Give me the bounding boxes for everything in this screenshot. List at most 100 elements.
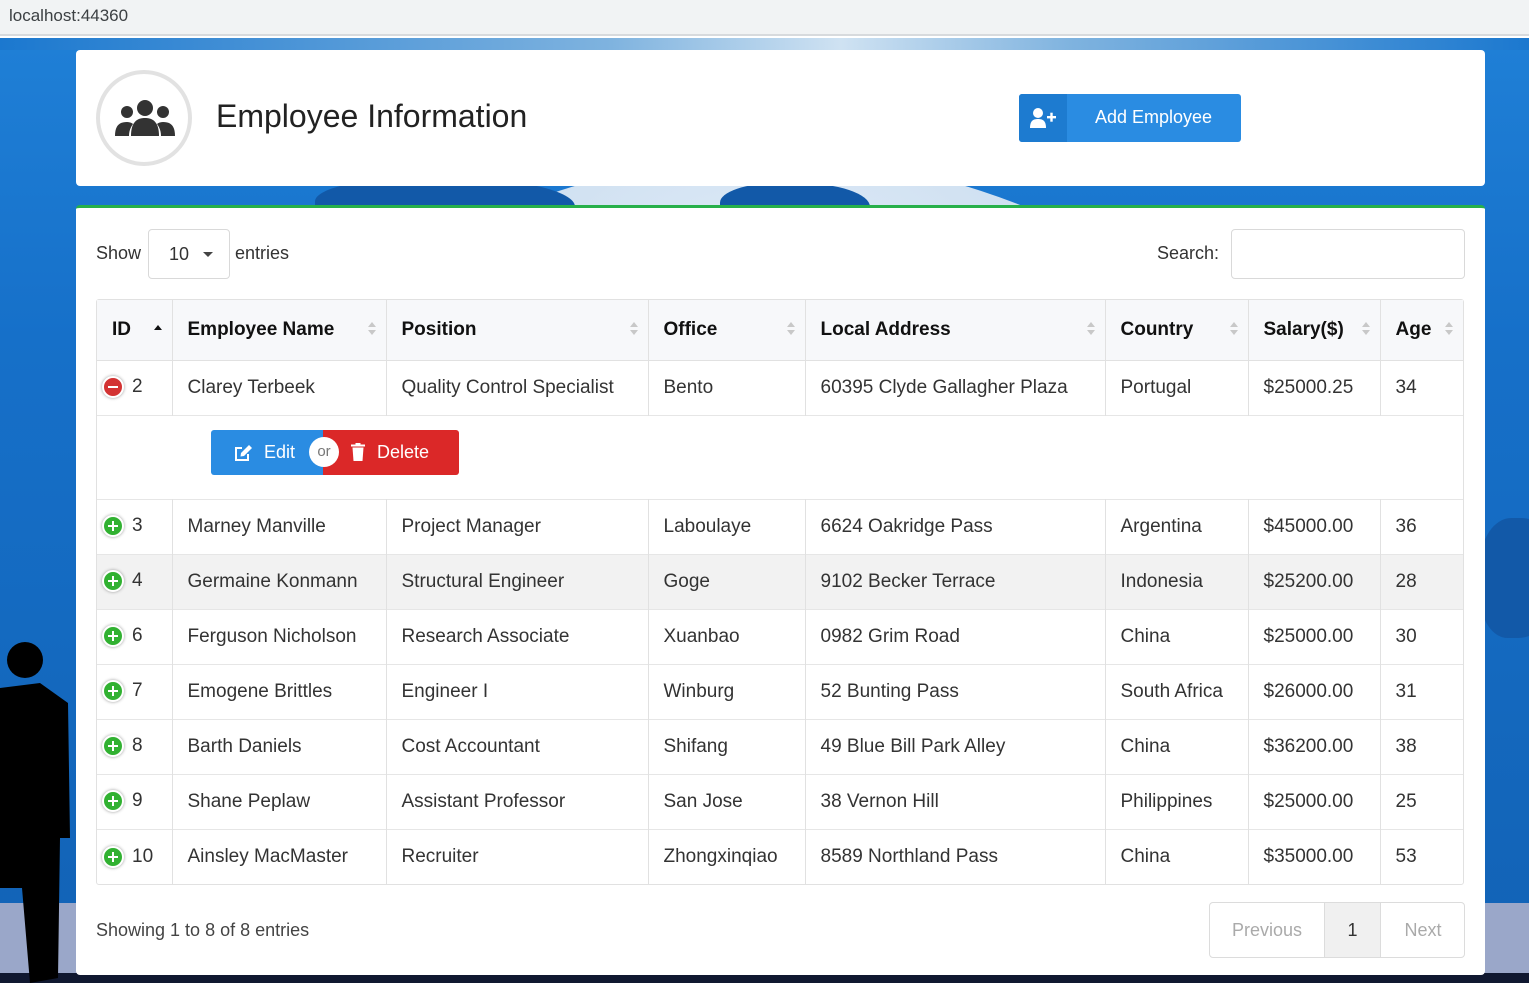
delete-label: Delete [377, 441, 430, 462]
entries-label: entries [235, 243, 290, 263]
row-detail: Edit or Delete [97, 414, 1463, 499]
column-header-label: Employee Name [187, 318, 335, 340]
column-header-label: Salary($) [1263, 318, 1344, 340]
cell-age: 34 [1380, 359, 1463, 415]
table-info: Showing 1 to 8 of 8 entries [96, 920, 310, 940]
cell-country: South Africa [1105, 663, 1249, 719]
table-row[interactable]: 10 Ainsley MacMaster Recruiter Zhongxinq… [97, 828, 1463, 884]
page-button-current[interactable]: 1 [1324, 903, 1381, 957]
users-group-icon [115, 100, 175, 136]
delete-button[interactable]: Delete [323, 429, 459, 475]
cell-id: 4 [97, 553, 173, 609]
cell-salary: $25000.00 [1248, 608, 1381, 664]
cell-name: Germaine Konmann [172, 553, 387, 609]
cell-id: 6 [97, 608, 173, 664]
expand-row-icon[interactable] [102, 625, 124, 648]
table-row[interactable]: 6 Ferguson Nicholson Research Associate … [97, 608, 1463, 664]
column-header-position[interactable]: Position [386, 300, 649, 361]
sort-icon [629, 322, 638, 338]
user-plus-icon [1030, 108, 1056, 128]
browser-address-bar[interactable]: localhost:44360 [0, 0, 1529, 36]
expand-row-icon[interactable] [102, 570, 124, 593]
table-row[interactable]: 9 Shane Peplaw Assistant Professor San J… [97, 773, 1463, 829]
row-detail-cell: Edit or Delete [97, 414, 1463, 499]
search-label: Search: [1157, 243, 1220, 263]
expand-row-icon[interactable] [102, 680, 124, 703]
cell-country: China [1105, 718, 1249, 774]
sort-icon [1445, 322, 1453, 338]
collapse-row-icon[interactable] [102, 376, 124, 399]
entries-value: 10 [169, 244, 190, 264]
or-divider: or [309, 436, 339, 467]
add-employee-label: Add Employee [1095, 107, 1213, 127]
table-row[interactable]: 8 Barth Daniels Cost Accountant Shifang … [97, 718, 1463, 774]
pagination: Previous 1 Next [1209, 902, 1465, 958]
cell-id-value: 6 [132, 625, 143, 647]
cell-address: 6624 Oakridge Pass [805, 498, 1106, 554]
expand-row-icon[interactable] [102, 845, 124, 868]
column-header-country[interactable]: Country [1105, 300, 1249, 361]
cell-id: 8 [97, 718, 173, 774]
previous-page-button[interactable]: Previous [1210, 903, 1324, 957]
browser-address-text: localhost:44360 [9, 6, 129, 25]
cell-office: Shifang [648, 718, 806, 774]
cell-salary: $36200.00 [1248, 718, 1381, 774]
cell-salary: $26000.00 [1248, 663, 1381, 719]
cell-id-value: 3 [132, 515, 143, 537]
cell-salary: $25200.00 [1248, 553, 1381, 609]
employee-table: ID Employee Name Position Office Local A… [96, 299, 1464, 885]
add-button-icon-area [1019, 94, 1067, 142]
chevron-down-icon [203, 252, 213, 257]
entries-select[interactable]: 10 [148, 229, 230, 279]
cell-position: Cost Accountant [386, 718, 649, 774]
cell-position: Engineer I [386, 663, 649, 719]
sort-ascending-icon [153, 322, 162, 338]
column-header-salary[interactable]: Salary($) [1248, 300, 1381, 361]
sort-icon [1361, 322, 1370, 338]
column-header-label: Age [1395, 318, 1432, 340]
column-header-local-address[interactable]: Local Address [805, 300, 1106, 361]
expand-row-icon[interactable] [102, 735, 124, 758]
cell-position: Recruiter [386, 828, 649, 884]
table-row[interactable]: 7 Emogene Brittles Engineer I Winburg 52… [97, 663, 1463, 719]
search-input[interactable] [1231, 229, 1465, 279]
cell-id-value: 4 [132, 570, 143, 592]
table-header-row: ID Employee Name Position Office Local A… [97, 300, 1463, 361]
cell-office: Zhongxinqiao [648, 828, 806, 884]
cell-id-value: 9 [132, 790, 143, 812]
cell-age: 30 [1380, 608, 1463, 664]
table-row[interactable]: 3 Marney Manville Project Manager Laboul… [97, 498, 1463, 554]
cell-id-value: 8 [132, 735, 143, 757]
cell-name: Shane Peplaw [172, 773, 387, 829]
cell-position: Project Manager [386, 498, 649, 554]
cell-office: Xuanbao [648, 608, 806, 664]
cell-office: Winburg [648, 663, 806, 719]
column-header-age[interactable]: Age [1380, 300, 1463, 361]
sort-icon [1086, 322, 1095, 338]
expand-row-icon[interactable] [102, 515, 124, 538]
cell-country: China [1105, 608, 1249, 664]
table-row[interactable]: 2 Clarey Terbeek Quality Control Special… [97, 359, 1463, 415]
cell-id-value: 10 [132, 845, 154, 867]
cell-name: Ferguson Nicholson [172, 608, 387, 664]
cell-position: Quality Control Specialist [386, 359, 649, 415]
cell-position: Structural Engineer [386, 553, 649, 609]
cell-id: 3 [97, 498, 173, 554]
person-silhouette [0, 642, 70, 983]
background-landmass [1480, 518, 1529, 638]
expand-row-icon[interactable] [102, 790, 124, 813]
cell-name: Clarey Terbeek [172, 359, 387, 415]
add-employee-button[interactable]: Add Employee [1019, 94, 1241, 142]
column-header-employee-name[interactable]: Employee Name [172, 300, 387, 361]
column-header-id[interactable]: ID [97, 300, 173, 361]
cell-address: 38 Vernon Hill [805, 773, 1106, 829]
cell-age: 25 [1380, 773, 1463, 829]
column-header-office[interactable]: Office [648, 300, 806, 361]
cell-country: Portugal [1105, 359, 1249, 415]
sort-icon [367, 322, 376, 338]
edit-button[interactable]: Edit [211, 429, 323, 475]
next-page-button[interactable]: Next [1381, 903, 1465, 957]
table-row[interactable]: 4 Germaine Konmann Structural Engineer G… [97, 553, 1463, 609]
cell-country: Philippines [1105, 773, 1249, 829]
cell-name: Marney Manville [172, 498, 387, 554]
